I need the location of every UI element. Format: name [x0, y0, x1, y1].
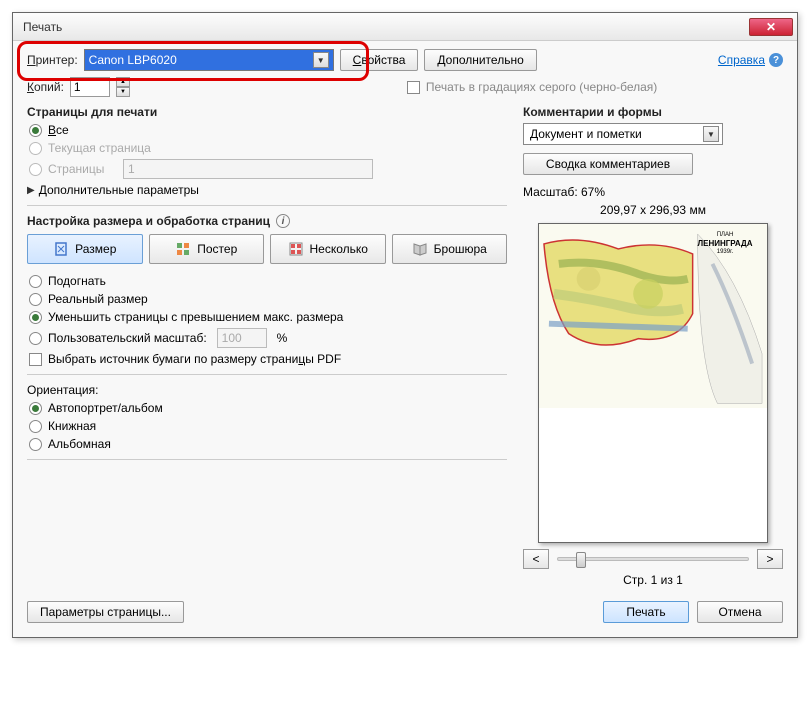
spin-down-icon[interactable]: ▼ [116, 87, 130, 97]
divider [27, 459, 507, 460]
grayscale-label: Печать в градациях серого (черно-белая) [426, 80, 657, 94]
paper-source-label: Выбрать источник бумаги по размеру стран… [48, 352, 341, 366]
copies-label: Копий: [27, 80, 64, 94]
booklet-icon [412, 241, 428, 257]
fit-label: Подогнать [48, 274, 106, 288]
printer-select[interactable]: Canon LBP6020 ▼ [84, 49, 334, 71]
orient-auto-label: Автопортрет/альбом [48, 401, 163, 415]
pages-range-radio[interactable] [29, 163, 42, 176]
titlebar: Печать ✕ [13, 13, 797, 41]
pages-group-title: Страницы для печати [27, 105, 507, 119]
poster-tab[interactable]: Постер [149, 234, 265, 264]
actual-label: Реальный размер [48, 292, 148, 306]
comments-title: Комментарии и формы [523, 105, 783, 119]
size-icon [53, 241, 69, 257]
help-link[interactable]: Справка ? [718, 53, 783, 67]
preview-prev-button[interactable]: < [523, 549, 549, 569]
comments-value: Документ и пометки [530, 127, 642, 141]
orientation-title: Ориентация: [27, 383, 507, 397]
printer-label: Принтер: [27, 53, 78, 67]
booklet-tab[interactable]: Брошюра [392, 234, 508, 264]
paper-source-checkbox[interactable] [29, 353, 42, 366]
custom-scale-radio[interactable] [29, 332, 42, 345]
copies-spinner[interactable]: ▲ ▼ [116, 77, 130, 97]
preview-dimensions: 209,97 x 296,93 мм [523, 203, 783, 217]
more-options-toggle[interactable]: ▶Дополнительные параметры [27, 183, 507, 197]
triangle-right-icon: ▶ [27, 185, 35, 196]
chevron-down-icon: ▼ [703, 126, 719, 142]
preview-next-button[interactable]: > [757, 549, 783, 569]
properties-button[interactable]: Свойства [340, 49, 419, 71]
size-tab[interactable]: Размер [27, 234, 143, 264]
pages-all-label: Все [48, 123, 69, 137]
comments-summary-button[interactable]: Сводка комментариев [523, 153, 693, 175]
pages-range-input [123, 159, 373, 179]
shrink-radio[interactable] [29, 311, 42, 324]
grayscale-checkbox[interactable] [407, 81, 420, 94]
pages-current-radio [29, 142, 42, 155]
cancel-button[interactable]: Отмена [697, 601, 783, 623]
preview-scale: Масштаб: 67% [523, 185, 783, 199]
pages-all-radio[interactable] [29, 124, 42, 137]
print-button[interactable]: Печать [603, 601, 689, 623]
window-title: Печать [23, 20, 62, 34]
map-title-label: ПЛАНЛЕНИНГРАДА1939г. [693, 232, 757, 256]
divider [27, 374, 507, 375]
divider [27, 205, 507, 206]
page-setup-button[interactable]: Параметры страницы... [27, 601, 184, 623]
sizing-group-title: Настройка размера и обработка страницi [27, 214, 507, 228]
multiple-tab[interactable]: Несколько [270, 234, 386, 264]
custom-scale-input [217, 328, 267, 348]
preview-page-info: Стр. 1 из 1 [523, 573, 783, 587]
slider-thumb[interactable] [576, 552, 586, 568]
pages-current-label: Текущая страница [48, 141, 151, 155]
orient-auto-radio[interactable] [29, 402, 42, 415]
advanced-button[interactable]: Дополнительно [424, 49, 536, 71]
pages-range-label: Страницы [48, 162, 104, 176]
orient-portrait-radio[interactable] [29, 420, 42, 433]
orient-landscape-label: Альбомная [48, 437, 111, 451]
print-preview: ПЛАНЛЕНИНГРАДА1939г. [538, 223, 768, 543]
copies-input[interactable] [70, 77, 110, 97]
multiple-icon [288, 241, 304, 257]
actual-radio[interactable] [29, 293, 42, 306]
spin-up-icon[interactable]: ▲ [116, 77, 130, 87]
printer-value: Canon LBP6020 [89, 53, 177, 67]
close-icon: ✕ [766, 20, 776, 34]
chevron-down-icon: ▼ [313, 52, 329, 68]
shrink-label: Уменьшить страницы с превышением макс. р… [48, 310, 343, 324]
comments-select[interactable]: Документ и пометки ▼ [523, 123, 723, 145]
info-icon[interactable]: i [276, 214, 290, 228]
fit-radio[interactable] [29, 275, 42, 288]
orient-portrait-label: Книжная [48, 419, 96, 433]
print-dialog: Печать ✕ Принтер: Canon LBP6020 ▼ Свойст… [12, 12, 798, 638]
orient-landscape-radio[interactable] [29, 438, 42, 451]
preview-slider[interactable] [557, 557, 749, 561]
help-icon: ? [769, 53, 783, 67]
poster-icon [175, 241, 191, 257]
close-button[interactable]: ✕ [749, 18, 793, 36]
custom-scale-label: Пользовательский масштаб: [48, 331, 207, 345]
